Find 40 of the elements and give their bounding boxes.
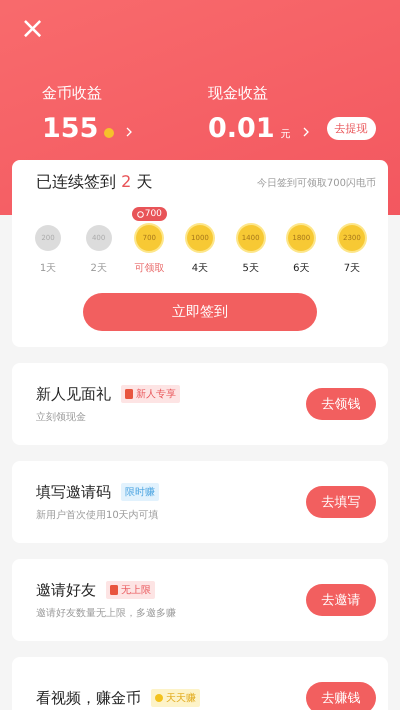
envelope-icon: [110, 585, 118, 595]
coin-icon: [104, 128, 114, 138]
tooltip-amount: 700: [144, 209, 162, 219]
task-title: 邀请好友: [36, 580, 96, 600]
coin-earnings-label: 金币收益: [42, 84, 103, 103]
task-button[interactable]: 去填写: [306, 486, 376, 518]
task-title: 填写邀请码: [36, 482, 111, 502]
task-button[interactable]: 去邀请: [306, 584, 376, 616]
task-description: 新用户首次使用10天内可填: [36, 508, 159, 522]
currency-unit: 元: [280, 128, 291, 140]
checkin-streak-title: 已连续签到 2 天: [36, 172, 152, 193]
day-label: 1天: [40, 262, 56, 275]
task-button[interactable]: 去赚钱: [306, 682, 376, 710]
day-label: 2天: [90, 262, 107, 275]
task-description: 立刻领现金: [36, 410, 87, 424]
envelope-icon: [125, 389, 133, 399]
tag-text: 天天赚: [166, 692, 196, 705]
tag-text: 无上限: [121, 584, 151, 597]
task-title: 看视频，赚金币: [36, 688, 141, 708]
day-label: 5天: [242, 262, 259, 275]
coin-icon: [155, 693, 163, 703]
day-label: 可领取: [134, 262, 164, 275]
cash-earnings-label: 现金收益: [208, 84, 269, 103]
checkin-hint: 今日签到可领取700闪电币: [256, 176, 376, 190]
coin-earnings-value: 155: [42, 113, 98, 144]
cash-earnings-value: 0.01: [208, 113, 275, 144]
withdraw-button[interactable]: 去提现: [326, 117, 376, 140]
tag-text: 新人专享: [136, 388, 176, 401]
tag-text: 限时赚: [125, 486, 155, 499]
day-label: 6天: [293, 262, 310, 275]
chevron-icon[interactable]: [126, 126, 132, 136]
checkin-button[interactable]: 立即签到: [83, 293, 317, 331]
coin-icon: [136, 210, 144, 218]
day-label: 7天: [344, 262, 360, 275]
task-description: 邀请好友数量无上限，多邀多赚: [36, 606, 176, 620]
day-label: 4天: [192, 262, 208, 275]
chevron-icon[interactable]: [302, 126, 309, 136]
close-button[interactable]: ×: [20, 14, 46, 44]
task-title: 新人见面礼: [36, 384, 111, 404]
task-button[interactable]: 去领钱: [306, 388, 376, 420]
